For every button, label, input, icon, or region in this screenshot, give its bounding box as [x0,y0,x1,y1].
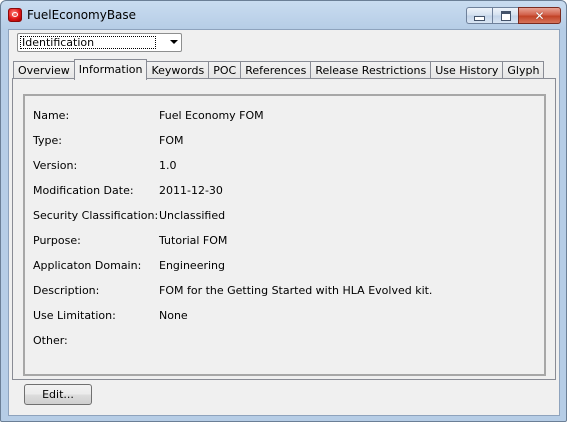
information-fields-box: Name: Fuel Economy FOM Type: FOM Version… [23,94,546,376]
tab-keywords[interactable]: Keywords [147,61,209,79]
field-value: None [159,309,188,322]
maximize-icon [500,10,511,21]
field-value: Engineering [159,259,225,272]
client-area: Identification Overview Information Keyw… [8,29,560,416]
field-value: 1.0 [159,159,177,172]
field-label: Name: [33,109,70,122]
tab-use-history[interactable]: Use History [430,61,503,79]
field-value: Tutorial FOM [159,234,228,247]
field-label: Applicaton Domain: [33,259,142,272]
section-dropdown[interactable]: Identification [17,33,182,52]
app-icon[interactable] [8,8,22,22]
field-label: Other: [33,334,68,347]
tab-bar: Overview Information Keywords POC Refere… [13,59,545,80]
information-panel: Name: Fuel Economy FOM Type: FOM Version… [12,78,556,380]
tab-overview[interactable]: Overview [13,61,74,79]
tab-poc[interactable]: POC [208,61,241,79]
window-title: FuelEconomyBase [27,8,137,22]
maximize-button[interactable] [492,7,518,24]
field-value: Unclassified [159,209,226,222]
tab-information[interactable]: Information [73,59,148,80]
section-dropdown-value: Identification [20,36,156,49]
field-value: FOM for the Getting Started with HLA Evo… [159,284,433,297]
field-label: Modification Date: [33,184,134,197]
title-bar[interactable]: FuelEconomyBase ✕ [1,1,566,29]
minimize-button[interactable] [466,7,492,24]
window-controls: ✕ [466,7,561,24]
field-label: Purpose: [33,234,81,247]
field-label: Security Classification: [33,209,159,222]
field-value: 2011-12-30 [159,184,223,197]
chevron-down-icon [170,40,178,44]
tab-release-restrictions[interactable]: Release Restrictions [310,61,431,79]
field-label: Use Limitation: [33,309,116,322]
close-icon: ✕ [534,8,545,23]
tab-glyph[interactable]: Glyph [502,61,545,79]
field-label: Description: [33,284,100,297]
close-button[interactable]: ✕ [518,7,561,24]
application-window: FuelEconomyBase ✕ Identification Overvie… [0,0,567,422]
edit-button[interactable]: Edit... [24,384,92,405]
tab-references[interactable]: References [240,61,311,79]
field-value: FOM [159,134,184,147]
field-label: Type: [33,134,62,147]
field-value: Fuel Economy FOM [159,109,264,122]
field-label: Version: [33,159,78,172]
minimize-icon [474,16,485,21]
